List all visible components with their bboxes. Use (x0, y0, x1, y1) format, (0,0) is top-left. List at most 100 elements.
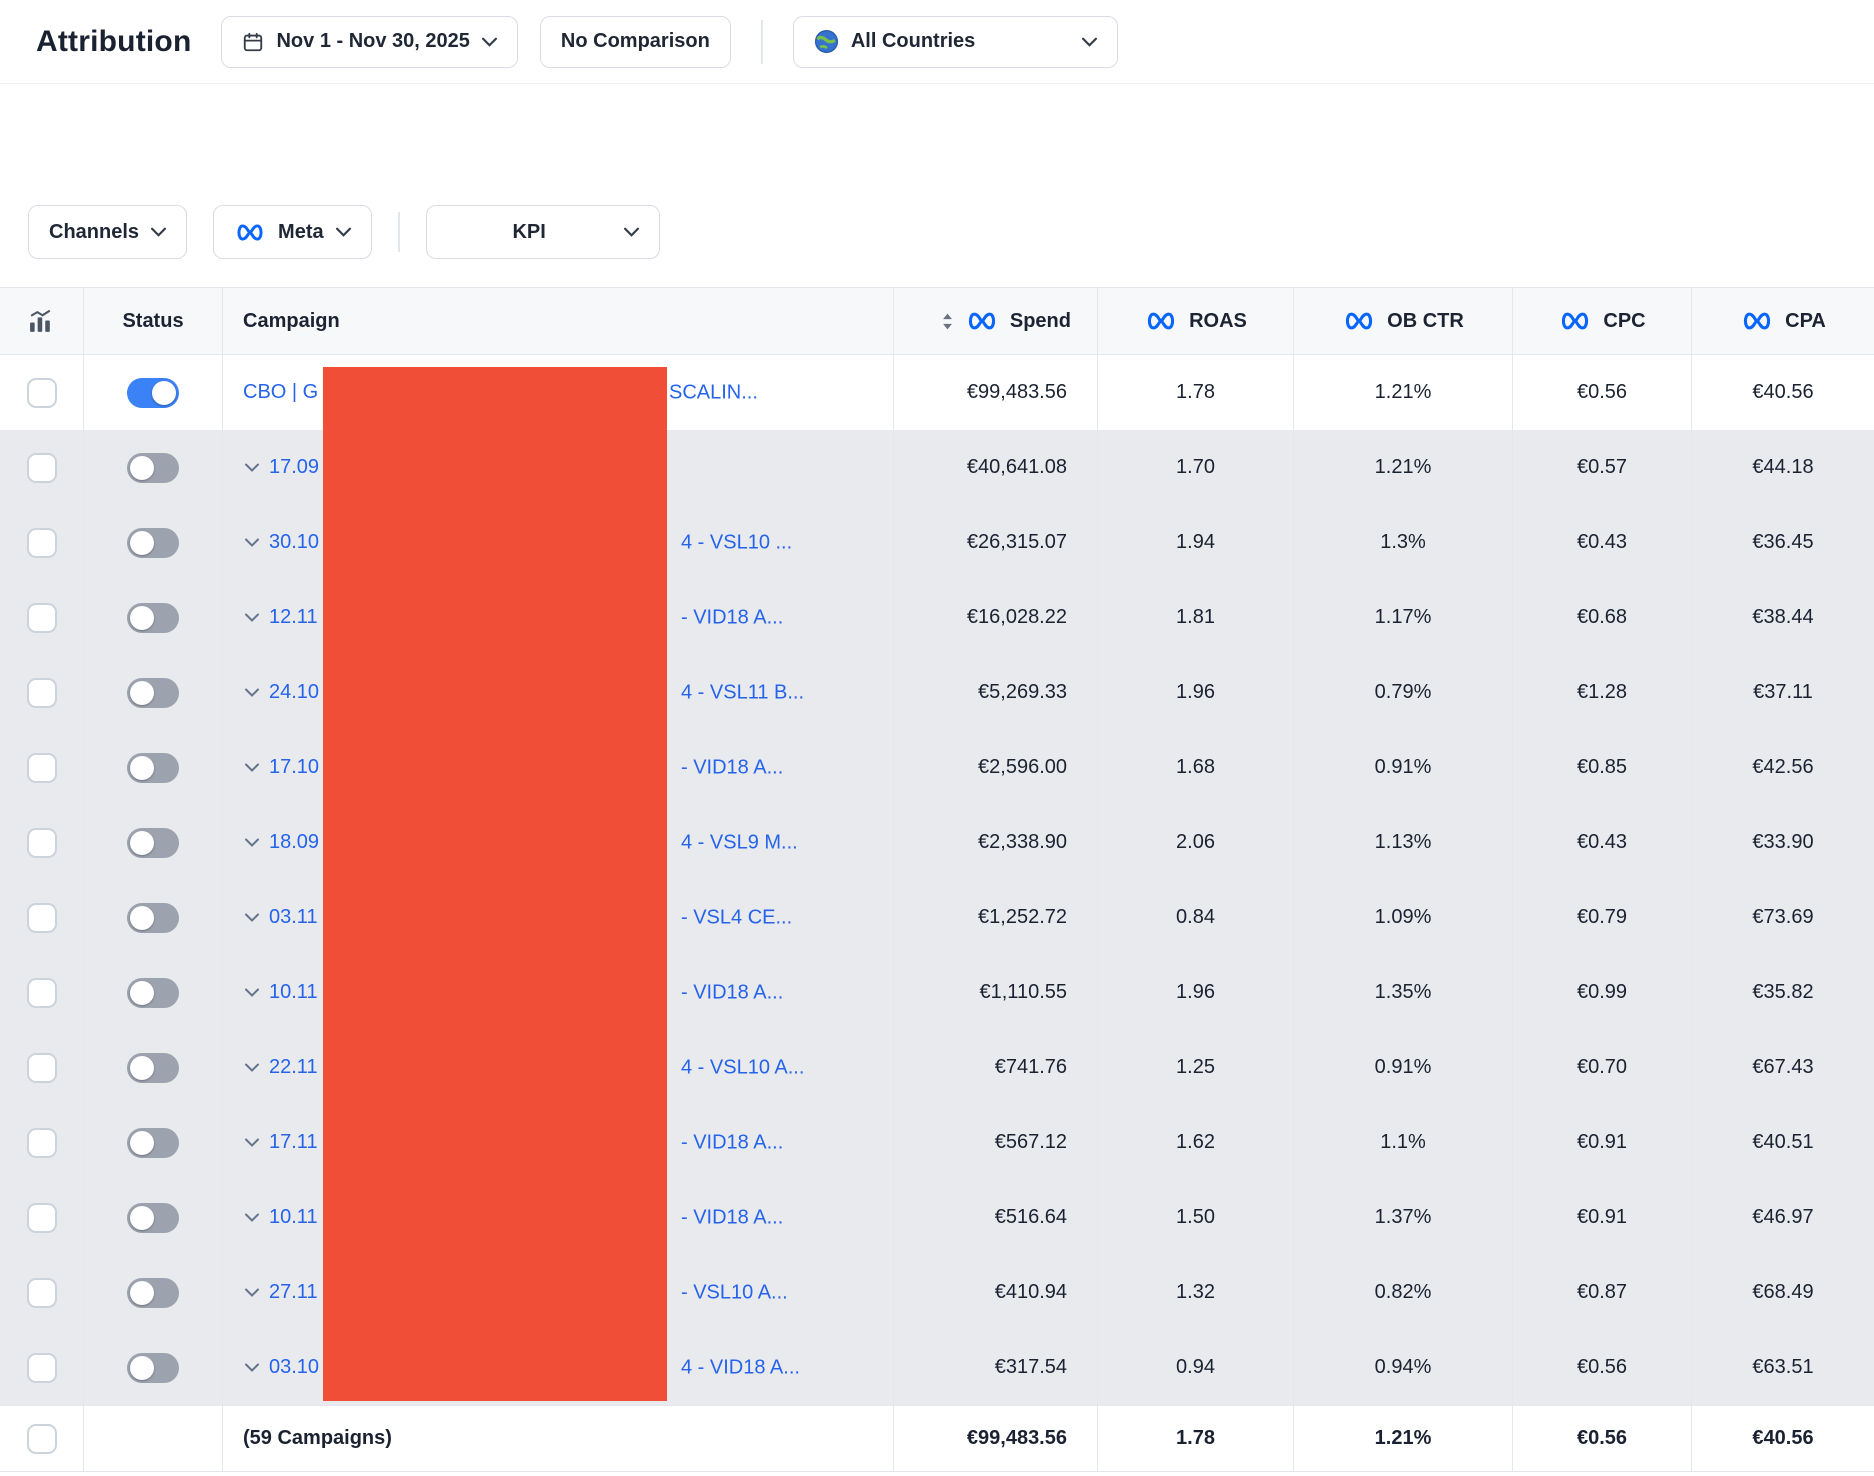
row-checkbox[interactable] (26, 1127, 57, 1158)
kpi-dropdown[interactable]: KPI (425, 205, 660, 259)
row-checkbox[interactable] (26, 1052, 57, 1083)
campaign-link[interactable]: 12.11 (269, 606, 318, 629)
countries-select[interactable]: All Countries (792, 15, 1118, 68)
campaign-link-continued[interactable]: 4 - VSL9 M... (681, 831, 798, 854)
spend-column-header[interactable]: Spend (894, 288, 1098, 354)
campaign-link-continued[interactable]: - VID18 A... (681, 606, 783, 629)
cpa-column-header[interactable]: CPA (1692, 288, 1874, 354)
status-toggle[interactable] (127, 1202, 179, 1233)
row-checkbox[interactable] (26, 602, 57, 633)
cpc-header-label: CPC (1603, 309, 1646, 332)
chevron-down-icon[interactable] (245, 1138, 259, 1147)
status-toggle[interactable] (127, 377, 179, 408)
chevron-down-icon[interactable] (245, 613, 259, 622)
row-checkbox[interactable] (26, 977, 57, 1008)
cpc-column-header[interactable]: CPC (1513, 288, 1692, 354)
status-toggle[interactable] (127, 1127, 179, 1158)
campaign-link[interactable]: 24.10 (269, 681, 319, 704)
spend-cell: €26,315.07 (894, 505, 1098, 580)
row-checkbox[interactable] (26, 452, 57, 483)
chevron-down-icon (623, 227, 639, 237)
row-checkbox[interactable] (26, 1277, 57, 1308)
status-toggle[interactable] (127, 752, 179, 783)
chevron-down-icon[interactable] (245, 838, 259, 847)
campaign-link-continued[interactable]: - VSL4 CE... (681, 906, 792, 929)
campaign-link[interactable]: 17.11 (269, 1131, 318, 1154)
campaign-link-continued[interactable]: - VSL10 A... (681, 1281, 788, 1304)
date-range-picker[interactable]: Nov 1 - Nov 30, 2025 (221, 15, 518, 68)
campaign-link-continued[interactable]: 4 - VSL10 ... (681, 531, 792, 554)
channel-meta-label: Meta (278, 220, 324, 243)
campaign-link[interactable]: 03.11 (269, 906, 318, 929)
campaign-link[interactable]: 17.09 (269, 456, 319, 479)
chevron-down-icon (151, 227, 167, 237)
status-toggle[interactable] (127, 1277, 179, 1308)
cpc-cell: €0.56 (1513, 355, 1692, 430)
row-checkbox[interactable] (26, 902, 57, 933)
campaign-link[interactable]: 03.10 (269, 1356, 319, 1379)
campaign-link-continued[interactable]: - VID18 A... (681, 1131, 783, 1154)
status-toggle[interactable] (127, 1352, 179, 1383)
status-toggle[interactable] (127, 827, 179, 858)
chevron-down-icon[interactable] (245, 1288, 259, 1297)
status-toggle[interactable] (127, 602, 179, 633)
row-checkbox[interactable] (26, 1352, 57, 1383)
channel-meta-dropdown[interactable]: Meta (213, 205, 372, 259)
campaign-link[interactable]: 18.09 (269, 831, 319, 854)
campaign-link-continued[interactable]: - VID18 A... (681, 1206, 783, 1229)
select-all-checkbox[interactable] (26, 1423, 57, 1454)
cpa-cell: €46.97 (1752, 1206, 1814, 1228)
campaign-link[interactable]: 17.10 (269, 756, 319, 779)
status-toggle[interactable] (127, 527, 179, 558)
cpc-cell: €0.91 (1513, 1180, 1692, 1255)
campaign-link[interactable]: 27.11 (269, 1281, 318, 1304)
chevron-down-icon[interactable] (245, 1063, 259, 1072)
cpc-cell: €0.57 (1513, 430, 1692, 505)
chevron-down-icon[interactable] (245, 1363, 259, 1372)
campaign-link[interactable]: 30.10 (269, 531, 319, 554)
campaign-link-continued[interactable]: 4 - VSL10 A... (681, 1056, 804, 1079)
row-checkbox[interactable] (26, 827, 57, 858)
channels-dropdown[interactable]: Channels (28, 205, 188, 259)
obctr-column-header[interactable]: OB CTR (1294, 288, 1513, 354)
row-checkbox[interactable] (26, 752, 57, 783)
campaign-link[interactable]: 22.11 (269, 1056, 318, 1079)
footer-status-cell (84, 1406, 223, 1471)
chevron-down-icon[interactable] (245, 913, 259, 922)
obctr-cell: 0.94% (1294, 1330, 1513, 1405)
campaign-link[interactable]: 10.11 (269, 1206, 318, 1229)
campaign-link[interactable]: 10.11 (269, 981, 318, 1004)
chevron-down-icon[interactable] (245, 538, 259, 547)
chevron-down-icon[interactable] (245, 763, 259, 772)
status-toggle[interactable] (127, 1052, 179, 1083)
cpc-cell: €0.68 (1513, 580, 1692, 655)
spend-cell: €317.54 (894, 1330, 1098, 1405)
chevron-down-icon[interactable] (245, 988, 259, 997)
chevron-down-icon[interactable] (245, 688, 259, 697)
row-checkbox[interactable] (26, 377, 57, 408)
row-checkbox[interactable] (26, 1202, 57, 1233)
row-checkbox[interactable] (26, 677, 57, 708)
obctr-cell: 1.21% (1294, 430, 1513, 505)
status-toggle[interactable] (127, 677, 179, 708)
chevron-down-icon[interactable] (245, 1213, 259, 1222)
chevron-down-icon[interactable] (245, 463, 259, 472)
campaign-link-continued[interactable]: - VID18 A... (681, 981, 783, 1004)
comparison-button[interactable]: No Comparison (539, 15, 731, 68)
campaign-link-continued[interactable]: 4 - VID18 A... (681, 1356, 800, 1379)
cpa-cell: €35.82 (1752, 981, 1814, 1003)
spend-header-label: Spend (1009, 309, 1071, 332)
status-toggle[interactable] (127, 977, 179, 1008)
campaign-link-continued[interactable]: 4 - VSL11 B... (681, 681, 804, 704)
status-toggle[interactable] (127, 452, 179, 483)
roas-column-header[interactable]: ROAS (1098, 288, 1294, 354)
campaign-link-continued[interactable]: SCALIN... (669, 381, 758, 404)
campaign-link-continued[interactable]: - VID18 A... (681, 756, 783, 779)
row-checkbox[interactable] (26, 527, 57, 558)
campaign-link[interactable]: CBO | G (243, 381, 318, 404)
status-toggle[interactable] (127, 902, 179, 933)
sort-icon[interactable] (941, 312, 954, 331)
obctr-cell: 0.82% (1294, 1255, 1513, 1330)
spend-cell: €2,338.90 (894, 805, 1098, 880)
chart-column-header[interactable] (0, 288, 84, 354)
